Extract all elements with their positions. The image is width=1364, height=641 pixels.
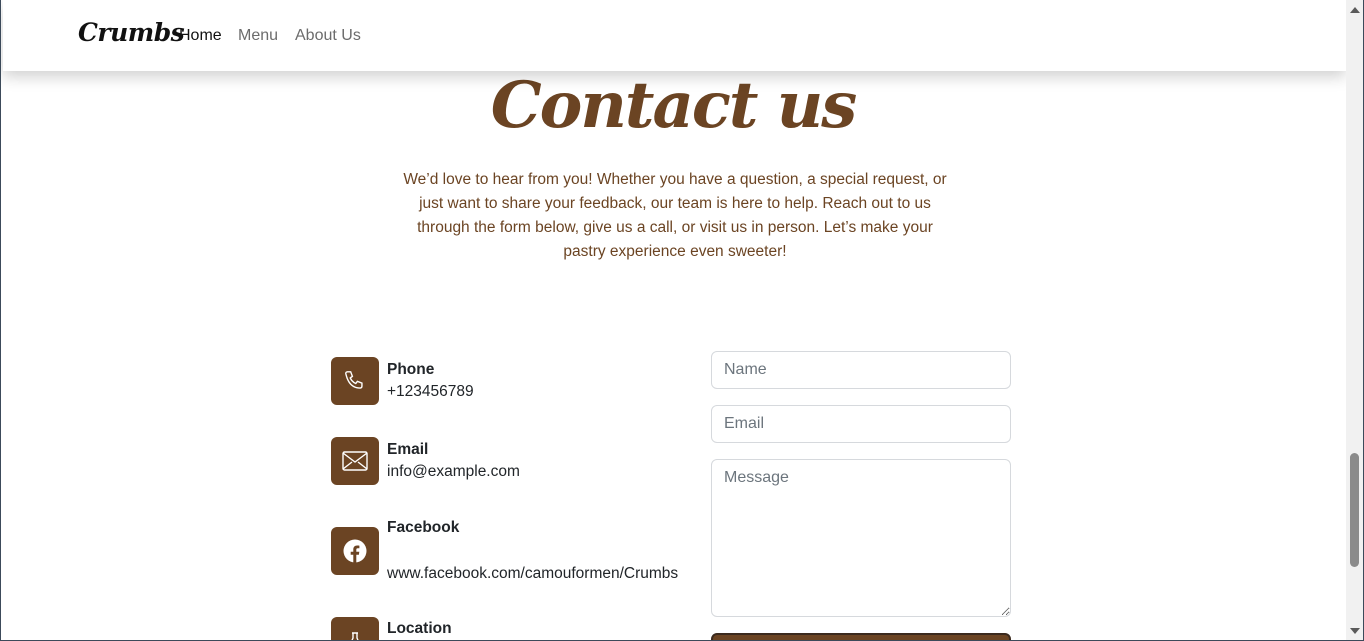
- submit-button[interactable]: [711, 633, 1011, 641]
- nav-link-menu[interactable]: Menu: [238, 27, 278, 45]
- phone-icon: [331, 357, 379, 405]
- nav-link-about-us[interactable]: About Us: [295, 27, 361, 45]
- email-input[interactable]: [711, 405, 1011, 443]
- email-value[interactable]: info@example.com: [387, 463, 520, 481]
- navbar: Crumbs Home Menu About Us: [3, 0, 1346, 71]
- phone-label: Phone: [387, 361, 435, 378]
- email-label: Email: [387, 441, 429, 458]
- scrollbar-thumb[interactable]: [1350, 453, 1359, 567]
- nav-link-home[interactable]: Home: [179, 27, 222, 45]
- scroll-down-arrow-icon[interactable]: [1350, 628, 1360, 634]
- facebook-icon: [331, 527, 379, 575]
- brand-logo[interactable]: Crumbs: [78, 18, 185, 47]
- name-input[interactable]: [711, 351, 1011, 389]
- message-textarea[interactable]: [711, 459, 1011, 617]
- location-label: Location: [387, 620, 452, 637]
- envelope-icon: [331, 437, 379, 485]
- facebook-label: Facebook: [387, 519, 460, 536]
- scroll-up-arrow-icon[interactable]: [1350, 7, 1360, 13]
- phone-value: +123456789: [387, 383, 474, 400]
- facebook-value[interactable]: www.facebook.com/camouformen/Crumbs: [387, 565, 678, 583]
- page-scrollbar[interactable]: [1346, 0, 1364, 641]
- intro-text: We’d love to hear from you! Whether you …: [403, 171, 947, 260]
- page-title: Contact us: [490, 68, 858, 143]
- location-icon: [331, 617, 379, 641]
